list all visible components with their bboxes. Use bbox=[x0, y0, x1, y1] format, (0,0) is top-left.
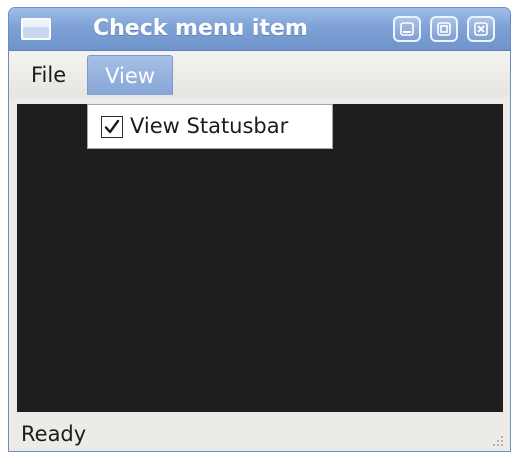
minimize-icon bbox=[400, 22, 414, 36]
maximize-button[interactable] bbox=[430, 16, 458, 42]
close-button[interactable] bbox=[467, 16, 495, 42]
maximize-icon bbox=[437, 22, 451, 36]
checkbox-checked-icon[interactable] bbox=[101, 116, 123, 138]
menu-file[interactable]: File bbox=[19, 55, 78, 95]
title-bar[interactable]: Check menu item bbox=[9, 8, 510, 51]
menu-bar: File View bbox=[9, 51, 510, 97]
view-menu-dropdown: View Statusbar bbox=[87, 104, 333, 149]
menu-view[interactable]: View bbox=[87, 55, 173, 95]
window-title: Check menu item bbox=[93, 16, 308, 41]
minimize-button[interactable] bbox=[393, 16, 421, 42]
close-icon bbox=[474, 22, 488, 36]
resize-grip-icon[interactable] bbox=[490, 433, 504, 447]
status-bar: Ready bbox=[9, 414, 510, 451]
status-text: Ready bbox=[21, 422, 87, 446]
content-area bbox=[17, 104, 503, 412]
application-window: Check menu item File View View Statusbar… bbox=[8, 7, 511, 452]
window-icon[interactable] bbox=[21, 18, 51, 40]
menu-item-view-statusbar[interactable]: View Statusbar bbox=[130, 111, 288, 141]
